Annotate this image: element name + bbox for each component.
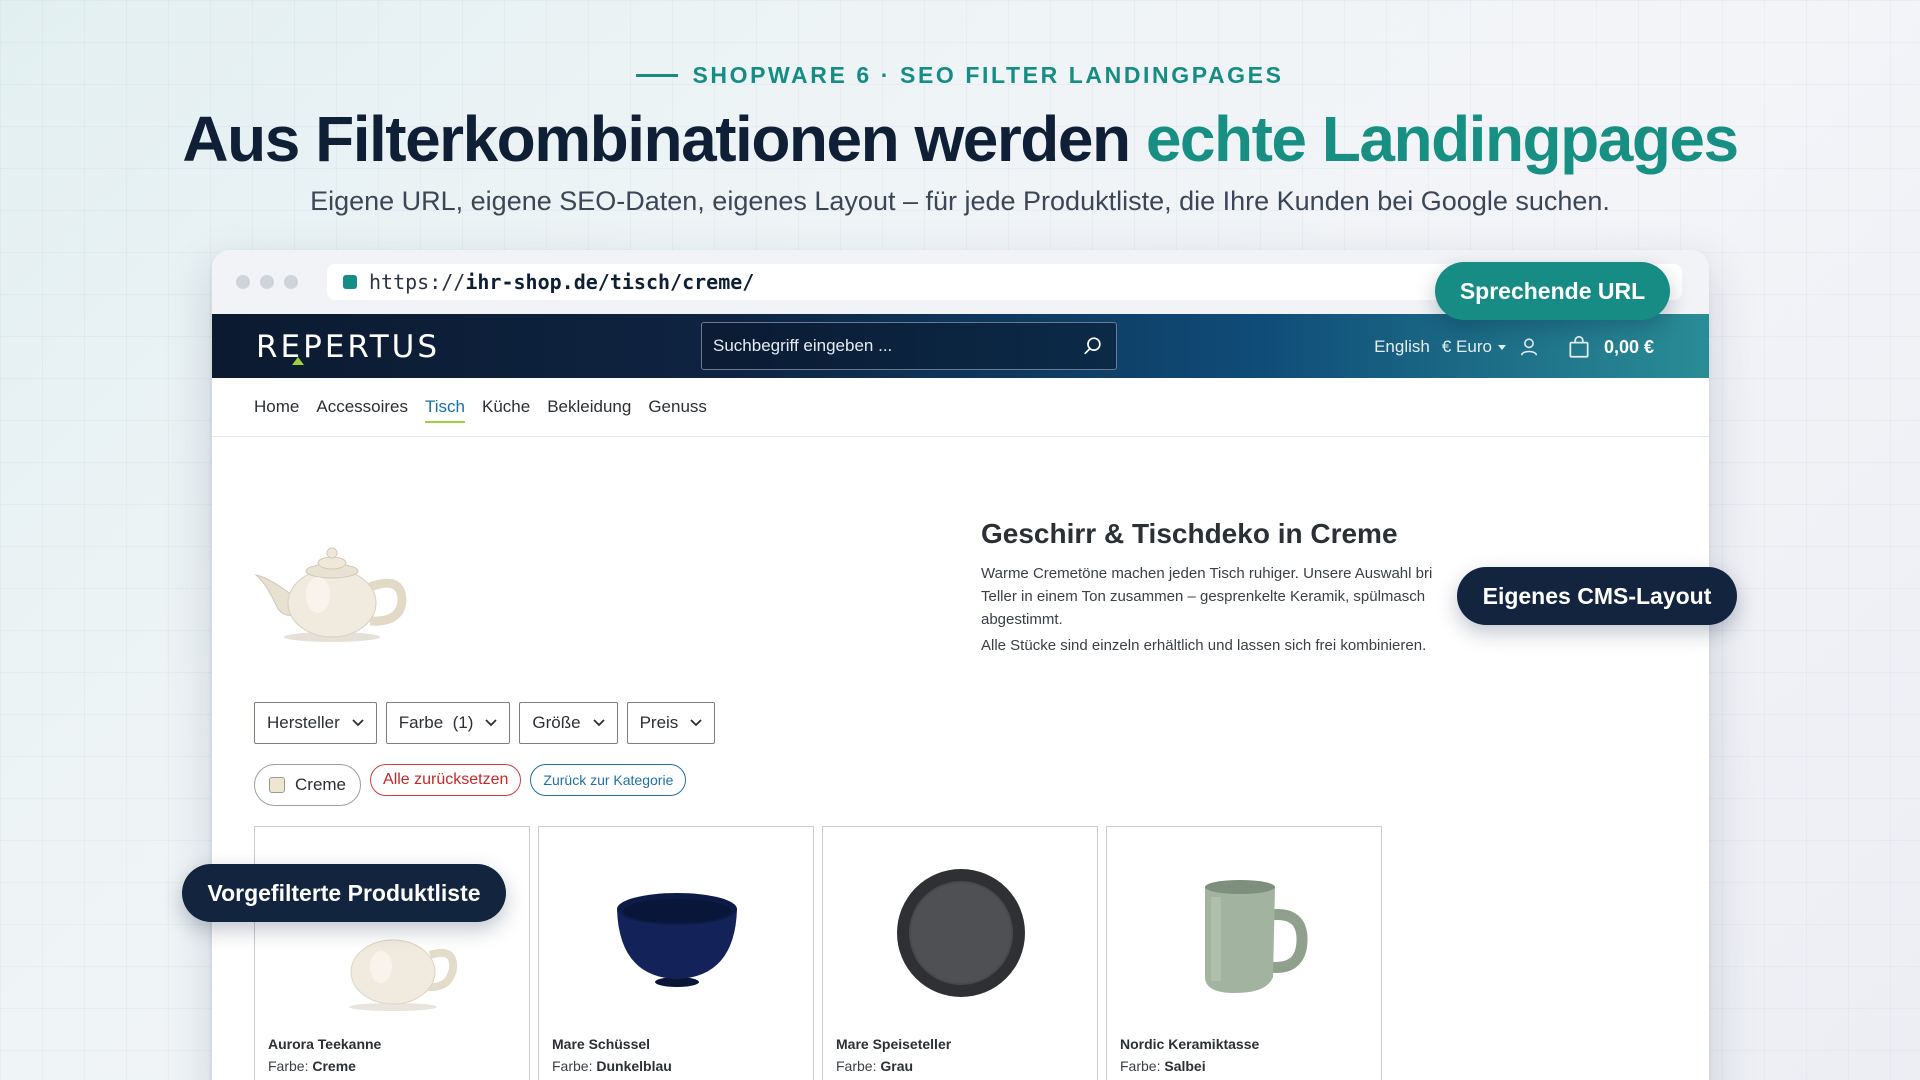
badge-speaking-url: Sprechende URL <box>1435 262 1670 320</box>
chevron-down-icon <box>1497 345 1506 351</box>
browser-window: https://ihr-shop.de/tisch/creme/ REPERTU… <box>212 250 1709 1080</box>
cart-total[interactable]: 0,00 € <box>1604 337 1654 358</box>
shop-header: REPERTUS Suchbegriff eingeben ... Englis… <box>212 314 1709 378</box>
account-icon[interactable] <box>1518 336 1540 358</box>
header-actions: English € Euro 0,00 € <box>1374 334 1654 360</box>
nav-item-accessoires[interactable]: Accessoires <box>316 397 408 417</box>
nav-item-home[interactable]: Home <box>254 397 299 417</box>
main-navigation: Home Accessoires Tisch Küche Bekleidung … <box>212 378 1709 437</box>
window-minimize-dot[interactable] <box>260 275 274 289</box>
window-maximize-dot[interactable] <box>284 275 298 289</box>
nav-item-tisch[interactable]: Tisch <box>425 391 465 423</box>
eyebrow-text: SHOPWARE 6 · SEO FILTER LANDINGPAGES <box>692 62 1284 88</box>
search-icon[interactable] <box>1082 335 1104 357</box>
subline: Eigene URL, eigene SEO-Daten, eigenes La… <box>310 186 1610 216</box>
window-close-dot[interactable] <box>236 275 250 289</box>
headline-accent: echte Landingpages <box>1145 103 1739 175</box>
badge-cms-layout: Eigenes CMS-Layout <box>1457 567 1737 625</box>
headline-main: Aus Filterkombinationen werden <box>182 103 1146 175</box>
search-placeholder: Suchbegriff eingeben ... <box>713 336 893 355</box>
badge-prefiltered-list: Vorgefilterte Produktliste <box>182 864 506 922</box>
currency-switch[interactable]: € Euro <box>1442 337 1506 357</box>
cart-icon[interactable] <box>1566 334 1592 360</box>
url-prefix: https:// <box>369 270 466 294</box>
nav-item-genuss[interactable]: Genuss <box>648 397 707 417</box>
language-switch[interactable]: English <box>1374 337 1430 357</box>
nav-item-bekleidung[interactable]: Bekleidung <box>547 397 631 417</box>
search-input[interactable]: Suchbegriff eingeben ... <box>701 322 1117 370</box>
eyebrow: SHOPWARE 6 · SEO FILTER LANDINGPAGES <box>0 62 1920 89</box>
secure-icon <box>343 275 357 289</box>
nav-item-kueche[interactable]: Küche <box>482 397 530 417</box>
currency-label: € Euro <box>1441 337 1492 356</box>
shop-logo[interactable]: REPERTUS <box>256 329 440 365</box>
url-path: ihr-shop.de/tisch/creme/ <box>465 270 755 294</box>
eyebrow-line <box>636 74 679 77</box>
logo-text: REPERTUS <box>256 329 440 365</box>
logo-accent-icon <box>292 357 304 365</box>
headline: Aus Filterkombinationen werden echte Lan… <box>0 102 1920 176</box>
